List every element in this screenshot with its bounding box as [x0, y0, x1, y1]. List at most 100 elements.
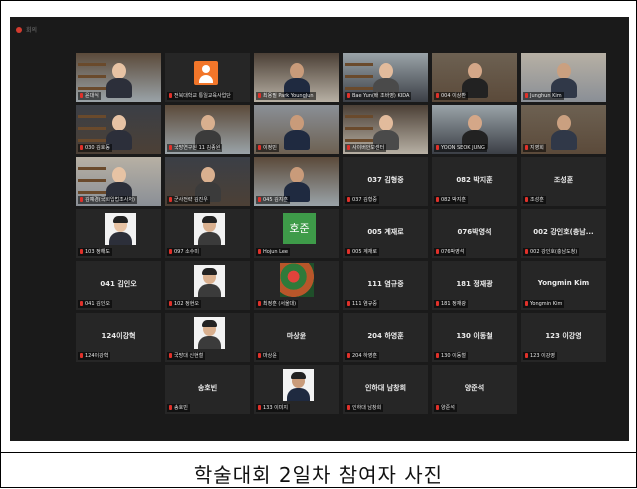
mic-muted-icon [347, 301, 350, 306]
participant-tile[interactable]: 윤대식 [76, 53, 161, 102]
participant-name-label: 123 이강영 [523, 352, 557, 360]
participant-tile[interactable]: 005 계재로 005 계재로 [343, 209, 428, 258]
profile-photo [283, 369, 314, 401]
mic-muted-icon [436, 353, 439, 358]
participant-tile[interactable]: Junghun Kim [521, 53, 606, 102]
participant-name-label: 지영희 [523, 144, 546, 152]
participant-name-text: 082 박지훈 [441, 197, 466, 203]
mic-muted-icon [258, 197, 261, 202]
participant-tile[interactable]: 국방대 신현철 [165, 313, 250, 362]
participant-tile[interactable]: 124이강혁 124이강혁 [76, 313, 161, 362]
participant-tile[interactable]: 군사전략 김진우 [165, 157, 250, 206]
participant-name-text: 030 김호동 [85, 145, 110, 151]
participant-name-label: 윤대식 [78, 92, 101, 100]
participant-name-text: 군사전략 김진우 [174, 197, 208, 203]
participant-tile[interactable]: 037 김형중 037 김형중 [343, 157, 428, 206]
participant-tile[interactable]: 인하대 남창희 인하대 남창희 [343, 365, 428, 414]
participant-tile[interactable]: Bae Yun(배 조바영) KIDA [343, 53, 428, 102]
mic-muted-icon [347, 145, 350, 150]
participant-tile[interactable]: 204 하영훈 204 하영훈 [343, 313, 428, 362]
participant-tile[interactable]: 이정민 [254, 105, 339, 154]
participant-name-large: 041 김인오 [100, 280, 137, 288]
participant-name-text: 045 김지훈 [263, 197, 288, 203]
participant-tile[interactable]: 지영희 [521, 105, 606, 154]
participant-name-text: 윤대식 [85, 93, 99, 99]
participant-tile[interactable]: 004 이상환 [432, 53, 517, 102]
mic-muted-icon [436, 93, 439, 98]
participant-name-label: 김예경(국회입법조사처) [78, 196, 137, 204]
participant-name-label: YOON SEOK JUNG [434, 144, 487, 152]
participant-tile[interactable]: 양준석 양준석 [432, 365, 517, 414]
participant-name-text: 이정민 [263, 145, 277, 151]
participant-name-text: 124이강혁 [85, 353, 109, 359]
participant-name-label: 037 김형중 [345, 196, 379, 204]
participant-tile [521, 365, 606, 414]
profile-photo [194, 265, 225, 297]
bookshelf [345, 115, 373, 118]
participant-tile[interactable]: 호준 Hojun Lee [254, 209, 339, 258]
torso [109, 232, 132, 245]
participant-tile[interactable]: 조성훈 조성훈 [521, 157, 606, 206]
participant-name-label: Hojun Lee [256, 248, 290, 256]
participant-name-large: 204 하영훈 [367, 332, 404, 340]
profile-photo [194, 213, 225, 245]
participant-name-label: 111 염규중 [345, 300, 379, 308]
mic-muted-icon [169, 145, 172, 150]
bookshelf [345, 87, 373, 90]
participant-tile[interactable]: 133 이미지 [254, 365, 339, 414]
hair [202, 216, 217, 223]
bookshelf [78, 191, 106, 194]
torso [106, 78, 132, 98]
participant-name-label: 030 김호동 [78, 144, 112, 152]
participant-tile[interactable]: 097 소수미 [165, 209, 250, 258]
mic-muted-icon [80, 197, 83, 202]
mic-muted-icon [525, 93, 528, 98]
participant-tile[interactable]: 102 정현오 [165, 261, 250, 310]
default-avatar-icon [194, 61, 218, 85]
head [557, 63, 571, 79]
participant-tile[interactable]: 082 박지훈 082 박지훈 [432, 157, 517, 206]
participant-name-large: 037 김형중 [367, 176, 404, 184]
participant-name-text: 037 김형중 [352, 197, 377, 203]
participant-name-text: 123 이강영 [530, 353, 555, 359]
mic-muted-icon [169, 405, 172, 410]
profile-image [280, 263, 314, 297]
participant-tile[interactable]: 전북대학교 통일교육사업단 [165, 53, 250, 102]
participant-tile[interactable]: 사이버안보센터 [343, 105, 428, 154]
participant-tile[interactable]: 030 김호동 [76, 105, 161, 154]
mic-muted-icon [436, 249, 439, 254]
participant-tile[interactable]: 041 김인오 041 김인오 [76, 261, 161, 310]
head [379, 63, 393, 79]
participant-name-text: 최용필 Park YoungJun [263, 93, 314, 99]
participant-tile[interactable]: 마상윤 마상윤 [254, 313, 339, 362]
participant-tile[interactable]: 송호빈 송호빈 [165, 365, 250, 414]
participant-tile[interactable]: 국방연구원 11 김종원 [165, 105, 250, 154]
participant-tile[interactable]: 002 강인호(충남... 002 강인호(충남도청) [521, 209, 606, 258]
torso [198, 336, 221, 349]
participant-name-label: 조성훈 [523, 196, 546, 204]
participant-tile[interactable]: Yongmin Kim Yongmin Kim [521, 261, 606, 310]
participant-tile[interactable]: 김예경(국회입법조사처) [76, 157, 161, 206]
participant-name-text: 전북대학교 통일교육사업단 [174, 93, 231, 99]
mic-muted-icon [169, 93, 172, 98]
mic-muted-icon [80, 145, 83, 150]
participant-name-text: 005 계재로 [352, 249, 377, 255]
participant-tile[interactable]: 181 정재광 181 정재광 [432, 261, 517, 310]
participant-tile[interactable]: 130 이동철 130 이동철 [432, 313, 517, 362]
participant-name-text: 마상윤 [263, 353, 277, 359]
participant-tile[interactable]: 111 염규중 111 염규중 [343, 261, 428, 310]
participant-tile[interactable]: 045 김지훈 [254, 157, 339, 206]
participant-tile[interactable]: 103 정해도 [76, 209, 161, 258]
participant-name-large: 005 계재로 [367, 228, 404, 236]
mic-muted-icon [80, 249, 83, 254]
participant-name-label: 076박영석 [434, 248, 467, 256]
participant-name-large: 076박영석 [457, 228, 492, 236]
participant-tile[interactable]: 최용필 Park YoungJun [254, 53, 339, 102]
participant-tile[interactable]: 최정훈 (서울대) [254, 261, 339, 310]
participant-tile[interactable]: YOON SEOK JUNG [432, 105, 517, 154]
title-bar: 회의 [10, 17, 629, 45]
participant-name-text: 004 이상환 [441, 93, 466, 99]
bookshelf [78, 63, 106, 66]
participant-tile[interactable]: 123 이강영 123 이강영 [521, 313, 606, 362]
participant-tile[interactable]: 076박영석 076박영석 [432, 209, 517, 258]
